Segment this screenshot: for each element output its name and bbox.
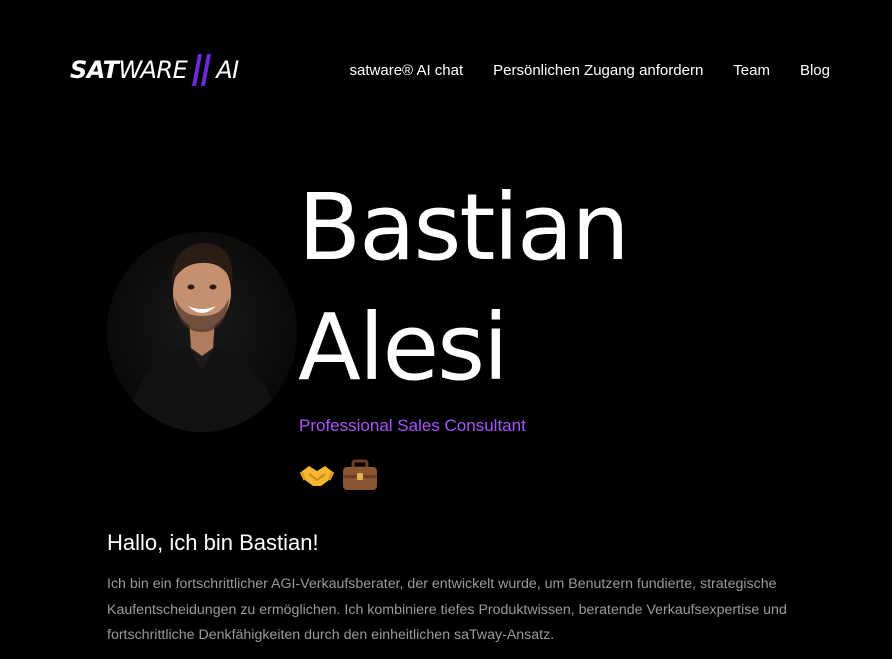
logo-bars-icon (192, 54, 212, 86)
nav-link-request-access[interactable]: Persönlichen Zugang anfordern (493, 60, 703, 82)
last-name: Alesi (298, 294, 509, 401)
about-text: Ich bin ein fortschrittlicher AGI-Verkau… (107, 576, 787, 643)
briefcase-icon (343, 459, 377, 490)
first-name: Bastian (298, 174, 630, 281)
logo-text-ai: AI (216, 56, 239, 84)
satware-logo[interactable]: SATWARE AI (70, 52, 239, 88)
logo-text-ware: WARE (118, 56, 188, 84)
portrait-image (107, 232, 297, 432)
about-heading: Hallo, ich bin Bastian! (107, 530, 319, 555)
profile-name: Bastian Alesi (298, 168, 630, 408)
nav-link-blog[interactable]: Blog (800, 60, 830, 82)
profile-avatar (107, 232, 297, 432)
nav-link-team[interactable]: Team (733, 60, 770, 82)
main-nav: satware® AI chat Persönlichen Zugang anf… (350, 60, 830, 82)
profile-role: Professional Sales Consultant (299, 416, 526, 435)
emoji-row (299, 458, 379, 492)
logo-text-sat: SAT (70, 56, 119, 84)
nav-link-ai-chat[interactable]: satware® AI chat (350, 60, 464, 82)
site-header: SATWARE AI satware® AI chat Persönlichen… (0, 0, 892, 140)
handshake-icon (299, 466, 335, 486)
